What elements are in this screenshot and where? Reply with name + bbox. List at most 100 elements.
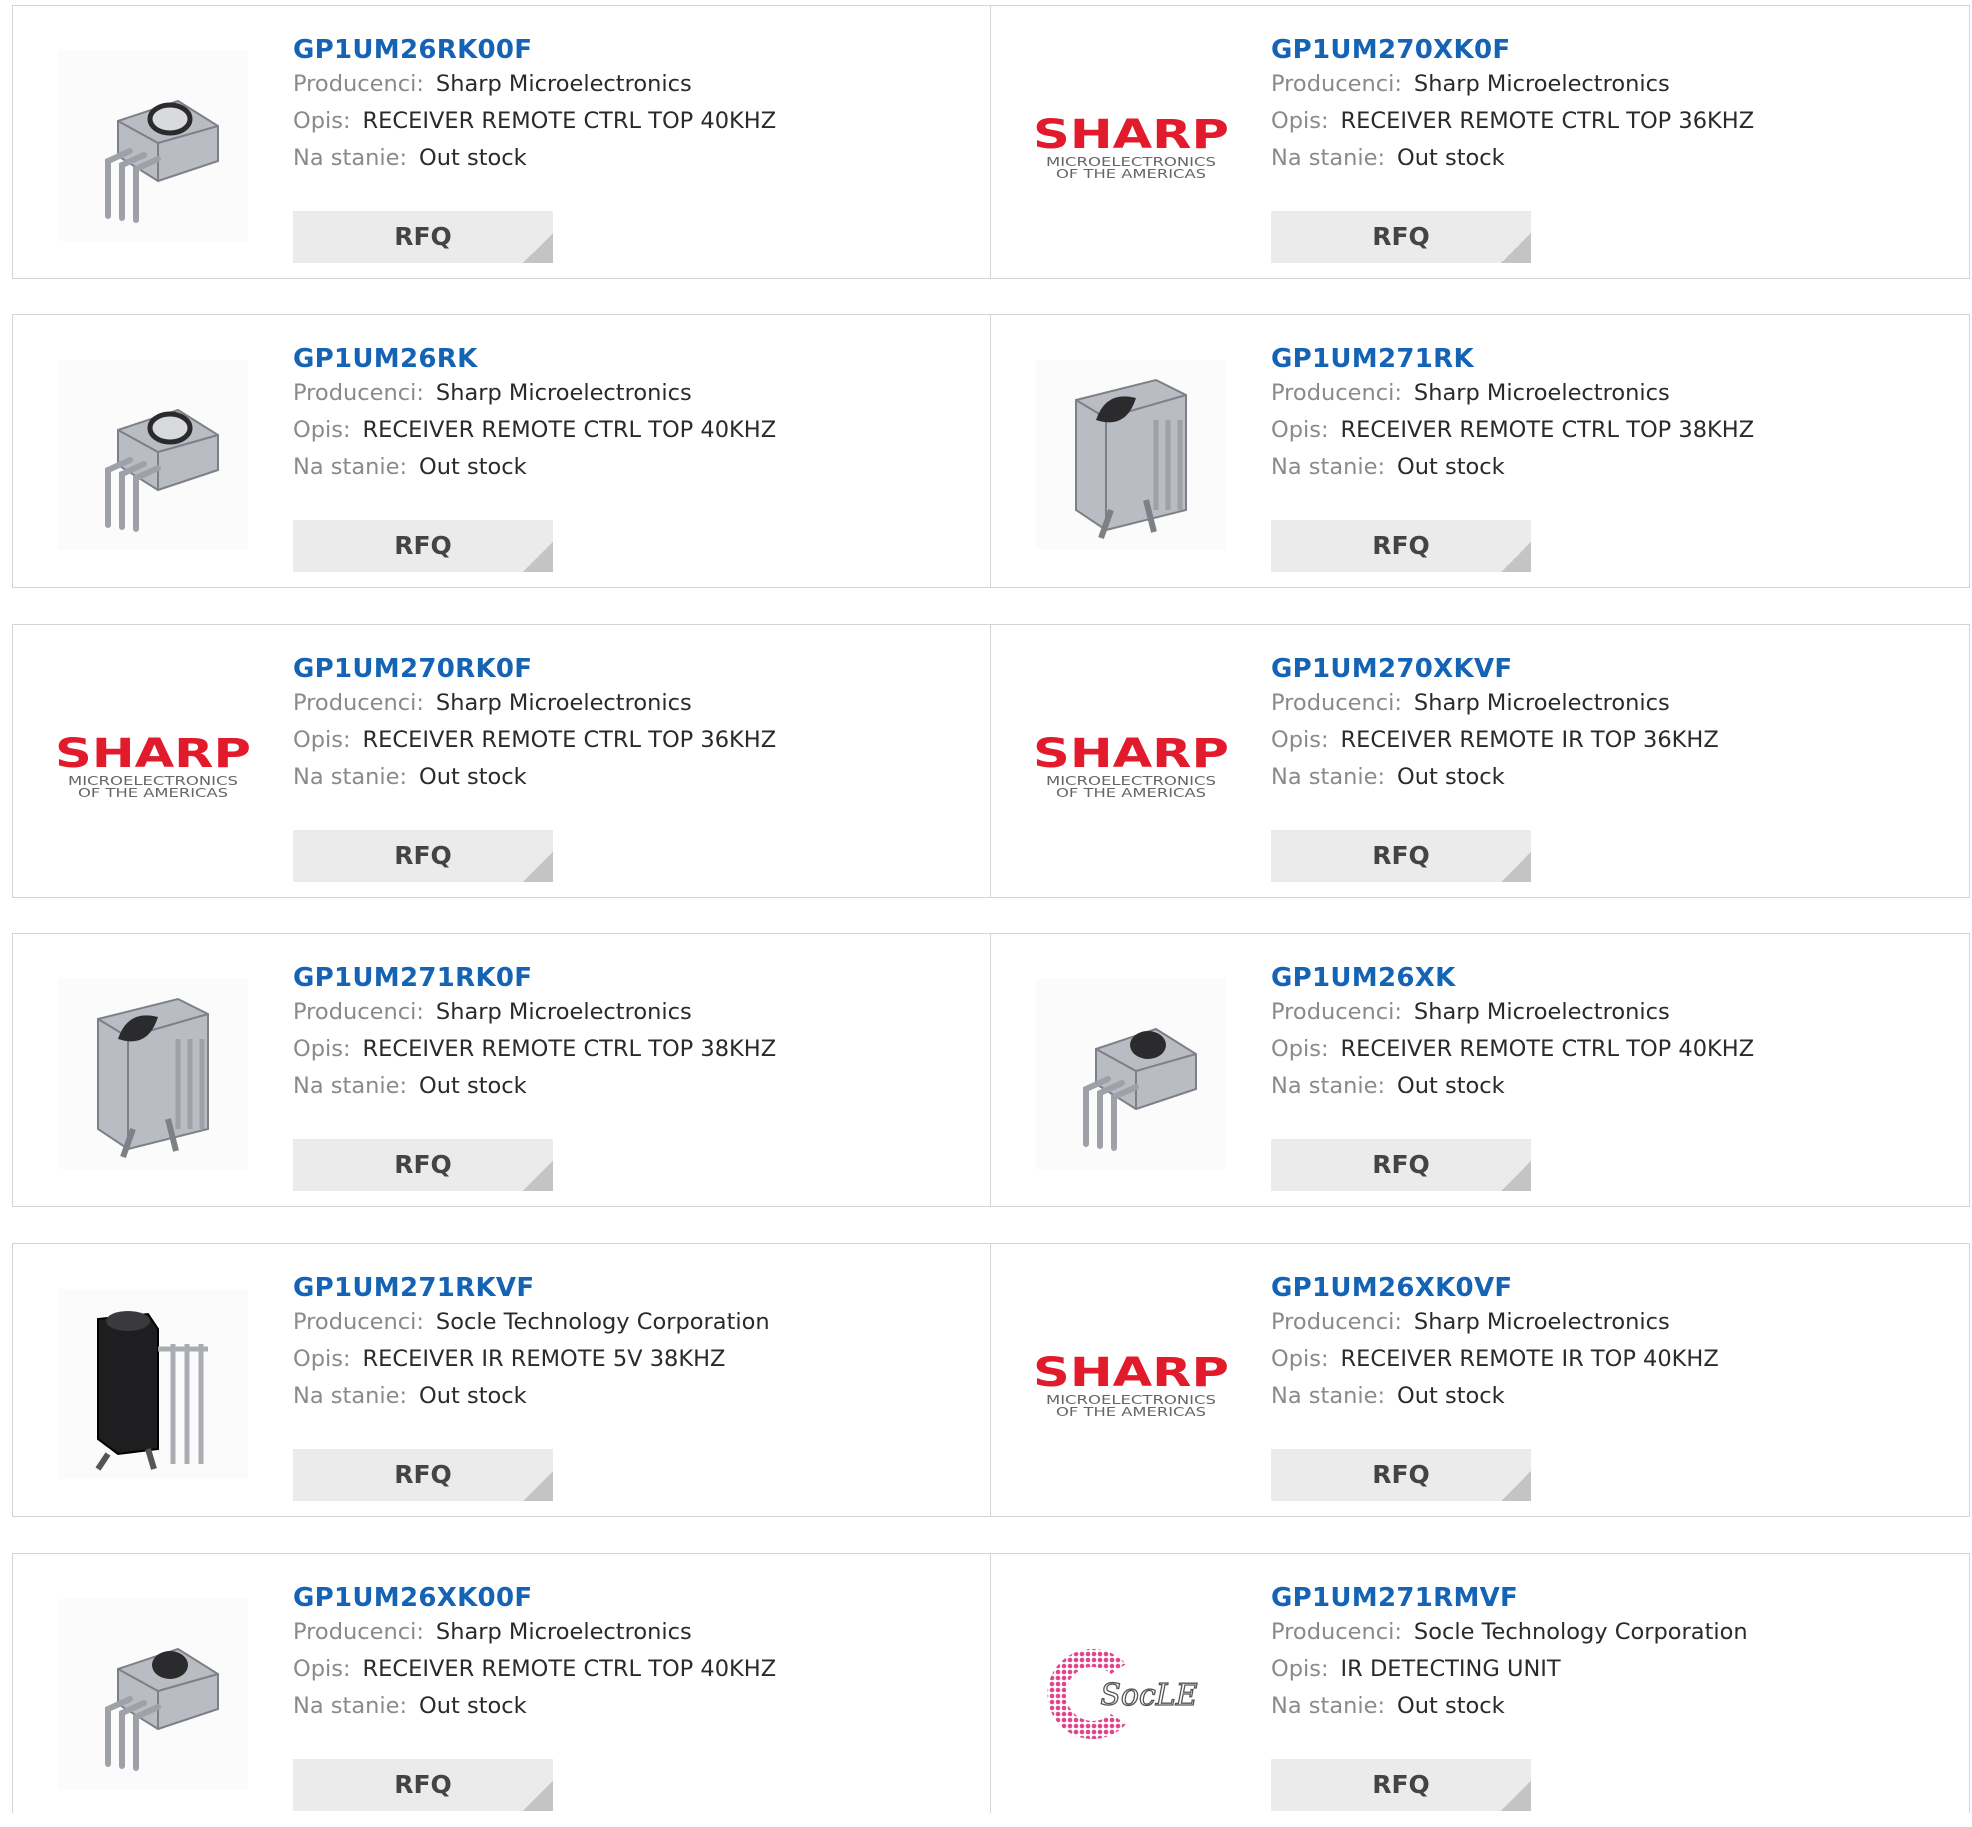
product-image[interactable] [53,974,253,1174]
manufacturer-label: Producenci: [293,71,424,97]
part-number-link[interactable]: GP1UM26XK00F [293,1582,980,1614]
part-number-link[interactable]: GP1UM270XK0F [1271,34,1958,66]
part-number-link[interactable]: GP1UM271RKVF [293,1272,980,1304]
stock-label: Na stanie: [1271,1073,1386,1099]
manufacturer-label: Producenci: [293,1619,424,1645]
stock-line: Na stanie: Out stock [1271,759,1958,796]
part-number-link[interactable]: GP1UM26RK [293,343,980,375]
stock-value: Out stock [419,764,527,790]
stock-line: Na stanie: Out stock [1271,1068,1958,1105]
stock-label: Na stanie: [293,764,408,790]
manufacturer-line: Producenci: Sharp Microelectronics [293,375,980,412]
product-image[interactable] [1031,974,1231,1174]
product-image[interactable]: SocLE [1031,1594,1231,1794]
sensor-small-icon [58,360,248,550]
rfq-button[interactable]: RFQ [293,211,553,263]
product-grid: GP1UM26RK00F Producenci: Sharp Microelect… [0,0,1972,1827]
description-line: Opis: RECEIVER IR REMOTE 5V 38KHZ [293,1341,980,1378]
rfq-button[interactable]: RFQ [1271,211,1531,263]
rfq-label: RFQ [394,1460,452,1489]
rfq-button[interactable]: RFQ [293,1139,553,1191]
part-number-link[interactable]: GP1UM270RK0F [293,653,980,685]
product-image[interactable] [53,355,253,555]
description-label: Opis: [293,417,351,443]
rfq-button[interactable]: RFQ [293,1759,553,1811]
manufacturer-label: Producenci: [1271,1309,1402,1335]
rfq-button[interactable]: RFQ [293,830,553,882]
sensor-small-icon [58,51,248,241]
description-line: Opis: RECEIVER REMOTE CTRL TOP 40KHZ [293,412,980,449]
description-value: RECEIVER REMOTE IR TOP 40KHZ [1340,1346,1719,1372]
sharp-logo: SHARPMICROELECTRONICSOF THE AMERICAS [55,731,251,800]
part-number-link[interactable]: GP1UM271RMVF [1271,1582,1958,1614]
rfq-button[interactable]: RFQ [293,1449,553,1501]
product-image[interactable]: SHARP MICROELECTRONICS OF THE AMERICAS [1031,665,1231,865]
product-image[interactable]: SHARP MICROELECTRONICS OF THE AMERICAS [1031,46,1231,246]
sensor-dome-icon [58,1599,248,1789]
part-number-link[interactable]: GP1UM26RK00F [293,34,980,66]
product-image[interactable]: SHARP MICROELECTRONICS OF THE AMERICAS [53,665,253,865]
rfq-button[interactable]: RFQ [1271,1759,1531,1811]
sensor-tall-icon [1036,360,1226,550]
product-card: GP1UM271RKVF Producenci: Socle Technology… [13,1244,990,1516]
corner-triangle-icon [1501,1471,1531,1501]
rfq-label: RFQ [1372,531,1430,560]
description-line: Opis: RECEIVER REMOTE CTRL TOP 40KHZ [293,1651,980,1688]
svg-text:OF THE AMERICAS: OF THE AMERICAS [78,786,228,800]
corner-triangle-icon [1501,852,1531,882]
product-row: GP1UM26RK Producenci: Sharp Microelectron… [12,314,1970,588]
description-line: Opis: RECEIVER REMOTE CTRL TOP 40KHZ [1271,1031,1958,1068]
part-number-link[interactable]: GP1UM270XKVF [1271,653,1958,685]
sharp-logo: SHARPMICROELECTRONICSOF THE AMERICAS [1033,731,1229,800]
rfq-button[interactable]: RFQ [1271,1139,1531,1191]
part-number-link[interactable]: GP1UM26XK [1271,962,1958,994]
svg-text:SHARP: SHARP [1033,731,1229,777]
product-info: GP1UM271RKVF Producenci: Socle Technology… [293,1272,980,1415]
rfq-label: RFQ [394,1150,452,1179]
manufacturer-value: Sharp Microelectronics [435,71,692,97]
product-info: GP1UM270RK0F Producenci: Sharp Microelect… [293,653,980,796]
part-number-link[interactable]: GP1UM271RK [1271,343,1958,375]
description-value: RECEIVER REMOTE CTRL TOP 36KHZ [1340,108,1755,134]
product-image[interactable] [1031,355,1231,555]
stock-label: Na stanie: [293,145,408,171]
manufacturer-line: Producenci: Socle Technology Corporation [293,1304,980,1341]
sensor-tall-icon [58,979,248,1169]
part-number-link[interactable]: GP1UM271RK0F [293,962,980,994]
description-value: RECEIVER REMOTE CTRL TOP 40KHZ [362,417,777,443]
product-image[interactable] [53,1284,253,1484]
part-number-link[interactable]: GP1UM26XK0VF [1271,1272,1958,1304]
description-line: Opis: RECEIVER REMOTE IR TOP 36KHZ [1271,722,1958,759]
svg-text:SHARP: SHARP [1033,112,1229,158]
rfq-button[interactable]: RFQ [1271,830,1531,882]
manufacturer-line: Producenci: Sharp Microelectronics [293,994,980,1031]
manufacturer-value: Sharp Microelectronics [435,380,692,406]
rfq-button[interactable]: RFQ [293,520,553,572]
product-row: GP1UM26XK00F Producenci: Sharp Microelect… [12,1553,1970,1813]
manufacturer-value: Sharp Microelectronics [435,1619,692,1645]
stock-value: Out stock [1397,145,1505,171]
sensor-black-icon [58,1289,248,1479]
product-card: SocLE GP1UM271RMVF Producenci: Socle Tech… [991,1554,1968,1826]
description-label: Opis: [1271,1346,1329,1372]
product-info: GP1UM271RK0F Producenci: Sharp Microelect… [293,962,980,1105]
manufacturer-line: Producenci: Sharp Microelectronics [293,685,980,722]
product-card: GP1UM26RK00F Producenci: Sharp Microelect… [13,6,990,278]
rfq-label: RFQ [394,531,452,560]
description-value: RECEIVER REMOTE CTRL TOP 40KHZ [362,108,777,134]
product-image[interactable]: SHARP MICROELECTRONICS OF THE AMERICAS [1031,1284,1231,1484]
manufacturer-line: Producenci: Socle Technology Corporation [1271,1614,1958,1651]
description-label: Opis: [1271,727,1329,753]
product-image[interactable] [53,1594,253,1794]
product-card: SHARP MICROELECTRONICS OF THE AMERICAS GP1… [991,1244,1968,1516]
stock-value: Out stock [1397,454,1505,480]
rfq-button[interactable]: RFQ [1271,1449,1531,1501]
stock-value: Out stock [419,454,527,480]
product-image[interactable] [53,46,253,246]
manufacturer-label: Producenci: [293,380,424,406]
description-value: RECEIVER REMOTE IR TOP 36KHZ [1340,727,1719,753]
manufacturer-label: Producenci: [1271,71,1402,97]
sharp-logo: SHARPMICROELECTRONICSOF THE AMERICAS [1033,1350,1229,1419]
stock-label: Na stanie: [1271,454,1386,480]
rfq-button[interactable]: RFQ [1271,520,1531,572]
